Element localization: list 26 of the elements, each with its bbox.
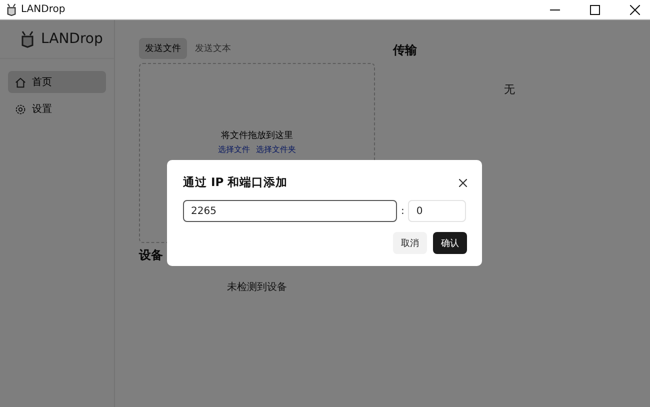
dialog-title: 通过 IP 和端口添加 [183,175,288,190]
settings-icon [15,104,26,114]
separator: : [401,206,404,216]
home-icon [15,76,26,88]
sidebar-item[interactable]: 首页 [8,71,106,93]
port-input-field[interactable]: 0 [408,200,466,222]
tab[interactable]: 发送文本 [189,38,237,59]
empty-text: 未检测到设备 [227,280,288,294]
section-title: 设备 [139,247,164,264]
close-icon[interactable] [630,4,640,14]
sidebar-item[interactable]: 设置 [8,98,106,120]
close-icon[interactable] [459,178,467,186]
maximize-icon[interactable] [590,4,600,14]
window-title: LANDrop [21,4,66,15]
link[interactable]: 选择文件 [218,144,250,155]
cancel-button[interactable]: 取消 [393,232,427,254]
tab[interactable]: 发送文件 [139,38,187,59]
app-logo-icon [6,3,17,16]
confirm-button[interactable]: 确认 [433,232,467,254]
ip-input-field[interactable]: 2265 [183,200,397,222]
drop-hint: 将文件拖放到这里 [221,130,293,142]
brand-name: LANDrop [41,31,103,47]
app-logo-icon [20,30,35,48]
link[interactable]: 选择文件夹 [256,144,296,155]
empty-text: 无 [503,82,516,97]
section-title: 传输 [393,42,418,59]
